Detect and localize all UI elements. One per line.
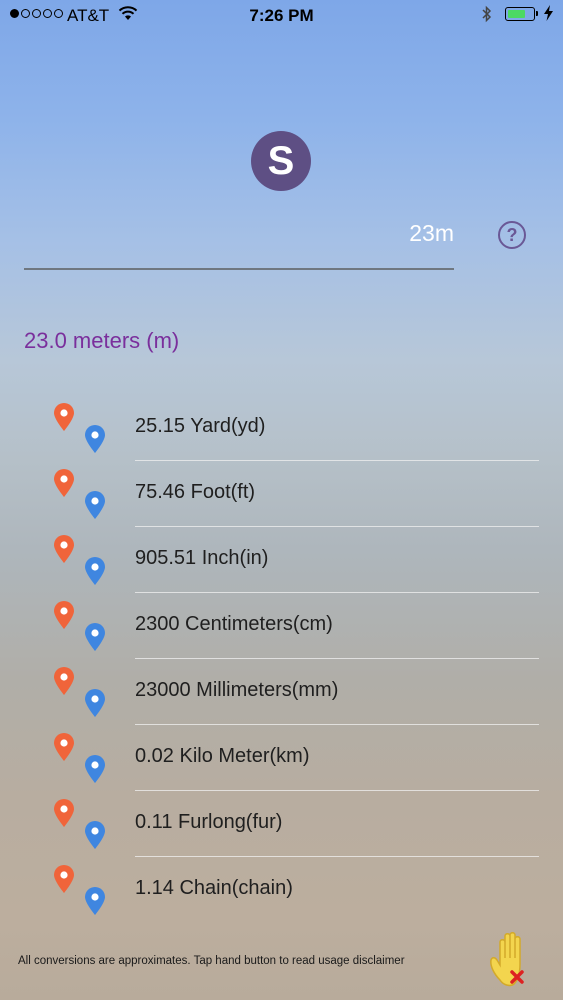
location-pin-icon [84,820,106,850]
conversion-label: 25.15 Yard(yd) [135,415,266,437]
conversion-label: 905.51 Inch(in) [135,547,269,569]
location-pin-icon [53,600,75,630]
conversion-row[interactable]: 2300 Centimeters(cm) [0,592,563,659]
charging-bolt-icon [544,5,553,25]
location-pin-icon [84,886,106,916]
conversion-row[interactable]: 0.02 Kilo Meter(km) [0,724,563,791]
result-title: 23.0 meters (m) [24,328,180,353]
disclaimer-text: All conversions are approximates. Tap ha… [18,955,405,967]
conversion-row[interactable]: 905.51 Inch(in) [0,526,563,593]
status-time: 7:26 PM [249,6,314,25]
location-pin-icon [84,424,106,454]
location-pin-icon [84,490,106,520]
conversion-row[interactable]: 0.11 Furlong(fur) [0,790,563,857]
hand-stop-icon[interactable] [486,930,538,990]
location-pin-icon [84,754,106,784]
location-pin-icon [53,402,75,432]
location-pin-icon [84,556,106,586]
location-pin-icon [53,864,75,894]
app-logo: S [251,131,311,191]
bluetooth-icon [482,5,492,28]
location-pin-icon [53,732,75,762]
input-underline [24,268,454,270]
status-bar: AT&T 7:26 PM [0,0,563,32]
location-pin-icon [53,468,75,498]
conversion-label: 2300 Centimeters(cm) [135,613,333,635]
location-pin-icon [53,798,75,828]
conversion-label: 1.14 Chain(chain) [135,877,293,899]
measurement-input[interactable]: 23m [300,220,454,247]
location-pin-icon [53,666,75,696]
location-pin-icon [53,534,75,564]
conversion-row[interactable]: 23000 Millimeters(mm) [0,658,563,725]
conversion-label: 75.46 Foot(ft) [135,481,256,503]
conversion-label: 23000 Millimeters(mm) [135,679,339,701]
battery-icon [505,7,538,21]
location-pin-icon [84,688,106,718]
conversion-row[interactable]: 25.15 Yard(yd) [0,394,563,461]
conversion-label: 0.02 Kilo Meter(km) [135,745,310,767]
conversion-row[interactable]: 1.14 Chain(chain) [0,856,563,922]
app-screen: AT&T 7:26 PM S 23m ? 23.0 meters (m) 25.… [0,0,563,1000]
conversion-label: 0.11 Furlong(fur) [135,811,283,833]
help-button[interactable]: ? [498,221,526,249]
location-pin-icon [84,622,106,652]
conversion-row[interactable]: 75.46 Foot(ft) [0,460,563,527]
